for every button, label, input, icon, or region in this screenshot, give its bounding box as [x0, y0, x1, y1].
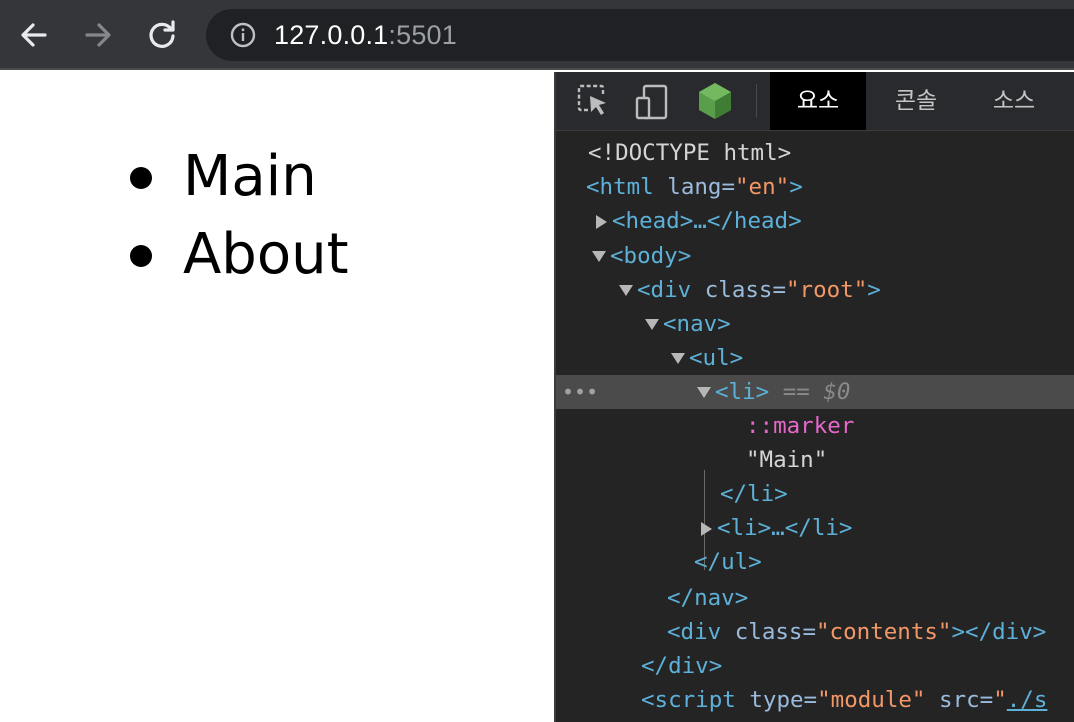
collapse-triangle-icon[interactable] [645, 319, 659, 330]
dom-node-div-contents[interactable]: <div class="contents"></div> [556, 615, 1074, 649]
info-icon[interactable] [230, 22, 256, 48]
dom-node-nav[interactable]: <nav> [556, 307, 1074, 341]
dom-node-head[interactable]: <head>…</head> [556, 204, 1074, 238]
nav-item-label: About [183, 222, 349, 287]
dom-node-li-collapsed[interactable]: <li>…</li> [556, 511, 1074, 545]
src-link[interactable]: ./s [1007, 687, 1048, 713]
nav-list: Main About [130, 138, 349, 294]
dom-node-doctype[interactable]: <!DOCTYPE html> [556, 136, 1074, 170]
collapse-triangle-icon[interactable] [619, 285, 633, 296]
tag-text: </ul> [694, 549, 762, 575]
attr-text: src= [925, 687, 994, 713]
collapse-triangle-icon[interactable] [697, 387, 711, 398]
tag-text: <div [637, 277, 692, 303]
dom-node-marker[interactable]: ::marker [556, 409, 1074, 443]
tag-text: <head>…</head> [612, 208, 802, 234]
nav-item-main[interactable]: Main [130, 138, 349, 216]
tab-console[interactable]: 콘솔 [868, 72, 964, 130]
url-port: :5501 [388, 20, 457, 50]
attr-text: type= [735, 687, 818, 713]
url-text[interactable]: 127.0.0.1:5501 [274, 9, 457, 61]
tag-text: <body> [610, 243, 692, 269]
dom-node-nav-close[interactable]: </nav> [556, 581, 1074, 615]
devtools-panel: 요소 콘솔 소스 <!DOCTYPE html> <html lang="en"… [554, 72, 1074, 722]
tag-text: <nav> [663, 311, 731, 337]
node-icon[interactable] [696, 81, 734, 121]
attr-value: "root" [786, 277, 868, 303]
tag-text: <li> [715, 379, 770, 405]
collapse-triangle-icon[interactable] [592, 251, 606, 262]
pseudo-element-text: ::marker [746, 413, 855, 439]
expand-triangle-icon[interactable] [596, 214, 607, 229]
url-host: 127.0.0.1 [274, 20, 389, 50]
reload-icon [149, 20, 175, 48]
dom-node-html[interactable]: <html lang="en"> [556, 170, 1074, 204]
tag-text: <html [586, 174, 654, 200]
attr-value: "./s [993, 687, 1048, 713]
dom-tree: <!DOCTYPE html> <html lang="en"> <head>…… [556, 131, 1074, 722]
browser-toolbar: 127.0.0.1:5501 [0, 0, 1074, 70]
devtools-toolbar: 요소 콘솔 소스 [556, 72, 1074, 131]
device-toolbar-icon[interactable] [634, 83, 670, 121]
nav-item-label: Main [183, 144, 317, 209]
dom-node-body[interactable]: <body> [556, 239, 1074, 273]
attr-value: "en" [735, 174, 790, 200]
attr-text: class= [691, 277, 787, 303]
tag-text: </nav> [667, 585, 749, 611]
tag-text: > [789, 174, 803, 200]
tag-text: </li> [720, 481, 788, 507]
dom-node-div-close[interactable]: </div> [556, 649, 1074, 683]
expand-triangle-icon[interactable] [701, 521, 712, 536]
arrow-right-icon [85, 23, 111, 47]
back-button[interactable] [16, 17, 52, 53]
attr-value: "module" [817, 687, 926, 713]
dom-node-ul[interactable]: <ul> [556, 341, 1074, 375]
tag-text: <ul> [689, 345, 744, 371]
dom-node-text[interactable]: "Main" [556, 443, 1074, 477]
tag-text: ></div> [951, 619, 1047, 645]
dom-node-script[interactable]: <script type="module" src="./s [556, 683, 1074, 717]
tab-elements[interactable]: 요소 [770, 72, 866, 130]
list-bullet [130, 167, 152, 189]
dom-node-li-selected[interactable]: ••• <li> == $0 [556, 375, 1074, 409]
tag-text: > [867, 277, 881, 303]
dom-node-ul-close[interactable]: </ul> [556, 545, 1074, 579]
collapse-triangle-icon[interactable] [671, 353, 685, 364]
arrow-left-icon [21, 23, 47, 47]
tag-text: <script [641, 687, 736, 713]
forward-button[interactable] [80, 17, 116, 53]
selected-indicator: == $0 [769, 379, 851, 405]
more-actions-icon[interactable]: ••• [562, 375, 598, 409]
tag-text: <li>…</li> [717, 515, 853, 541]
doctype-text: <!DOCTYPE html> [588, 140, 792, 166]
tag-text: <div [667, 619, 722, 645]
toolbar-divider [756, 84, 757, 118]
dom-node-li-close[interactable]: </li> [556, 477, 1074, 511]
dom-node-div-root[interactable]: <div class="root"> [556, 273, 1074, 307]
inspect-element-icon[interactable] [576, 83, 610, 119]
attr-text: class= [721, 619, 817, 645]
nav-item-about[interactable]: About [130, 216, 349, 294]
attr-text: lang= [653, 174, 736, 200]
attr-value: "contents" [816, 619, 952, 645]
reload-button[interactable] [144, 17, 180, 53]
tag-text: </div> [641, 653, 723, 679]
page-viewport: Main About [0, 72, 554, 722]
address-bar[interactable]: 127.0.0.1:5501 [206, 9, 1074, 61]
list-bullet [130, 245, 152, 267]
tab-sources[interactable]: 소스 [966, 72, 1062, 130]
text-node: "Main" [746, 447, 828, 473]
